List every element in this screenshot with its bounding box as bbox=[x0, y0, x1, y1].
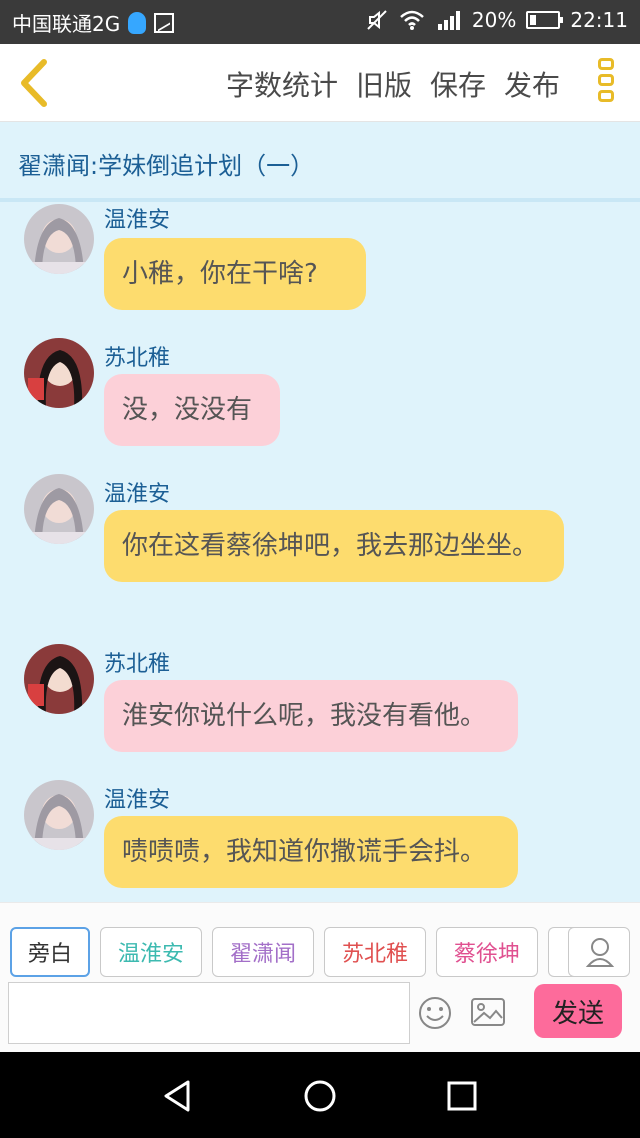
avatar[interactable] bbox=[24, 780, 94, 850]
wifi-icon bbox=[400, 10, 424, 30]
clock: 22:11 bbox=[570, 8, 628, 32]
title-divider bbox=[0, 198, 640, 202]
back-icon[interactable] bbox=[14, 56, 54, 110]
message-bubble[interactable]: 淮安你说什么呢，我没有看他。 bbox=[104, 680, 518, 752]
system-nav-bar bbox=[0, 1052, 640, 1138]
message-sender: 苏北稚 bbox=[104, 346, 171, 371]
save-button[interactable]: 保存 bbox=[430, 64, 486, 104]
add-role-button[interactable] bbox=[568, 927, 630, 977]
send-button[interactable]: 发送 bbox=[534, 984, 622, 1038]
mute-icon bbox=[367, 10, 387, 30]
message-bubble[interactable]: 啧啧啧，我知道你撒谎手会抖。 bbox=[104, 816, 518, 888]
nav-actions: 字数统计 旧版 保存 发布 bbox=[226, 64, 560, 104]
old-version-button[interactable]: 旧版 bbox=[356, 64, 412, 104]
chat-title: 翟潇闻:学妹倒追计划（一） bbox=[18, 152, 315, 180]
role-bar: 旁白 温淮安 翟潇闻 苏北稚 蔡徐坤 bbox=[0, 902, 640, 978]
chat-area[interactable]: 翟潇闻:学妹倒追计划（一） 温淮安 小稚，你在干啥? 苏北稚 没，没没有 温淮安… bbox=[0, 122, 640, 902]
status-bar: 中国联通2G 20% 22:11 bbox=[0, 0, 640, 44]
qq-icon bbox=[128, 11, 147, 34]
battery-icon bbox=[526, 11, 564, 29]
avatar[interactable] bbox=[24, 204, 94, 274]
more-menu-icon[interactable] bbox=[598, 58, 616, 108]
message-bubble[interactable]: 小稚，你在干啥? bbox=[104, 238, 366, 310]
word-count-button[interactable]: 字数统计 bbox=[226, 64, 338, 104]
message-input[interactable] bbox=[8, 982, 410, 1044]
message-sender: 温淮安 bbox=[104, 788, 171, 813]
avatar[interactable] bbox=[24, 644, 94, 714]
top-nav: 字数统计 旧版 保存 发布 bbox=[0, 44, 640, 122]
role-su-beizhi-button[interactable]: 苏北稚 bbox=[324, 927, 426, 977]
publish-button[interactable]: 发布 bbox=[504, 64, 560, 104]
avatar[interactable] bbox=[24, 474, 94, 544]
role-narrator-button[interactable]: 旁白 bbox=[10, 927, 90, 977]
signal-icon bbox=[437, 11, 460, 30]
avatar[interactable] bbox=[24, 338, 94, 408]
recents-square-icon[interactable] bbox=[444, 1078, 480, 1114]
battery-label: 20% bbox=[471, 8, 517, 32]
back-triangle-icon[interactable] bbox=[160, 1078, 196, 1114]
emoji-icon[interactable] bbox=[418, 996, 452, 1030]
message-sender: 温淮安 bbox=[104, 482, 171, 507]
input-bar: 发送 bbox=[0, 978, 640, 1052]
message-sender: 温淮安 bbox=[104, 208, 171, 233]
role-wen-huaian-button[interactable]: 温淮安 bbox=[100, 927, 202, 977]
role-cai-xukun-button[interactable]: 蔡徐坤 bbox=[436, 927, 538, 977]
status-left: 中国联通2G bbox=[12, 8, 175, 37]
carrier-label: 中国联通2G bbox=[12, 12, 121, 36]
image-icon[interactable] bbox=[470, 996, 506, 1028]
message-sender: 苏北稚 bbox=[104, 652, 171, 677]
user-icon bbox=[585, 938, 615, 967]
message-bubble[interactable]: 你在这看蔡徐坤吧，我去那边坐坐。 bbox=[104, 510, 564, 582]
gallery-icon bbox=[154, 12, 175, 33]
status-right: 20% 22:11 bbox=[366, 8, 628, 32]
home-circle-icon[interactable] bbox=[302, 1078, 338, 1114]
message-bubble[interactable]: 没，没没有 bbox=[104, 374, 280, 446]
role-zhai-xiaowen-button[interactable]: 翟潇闻 bbox=[212, 927, 314, 977]
